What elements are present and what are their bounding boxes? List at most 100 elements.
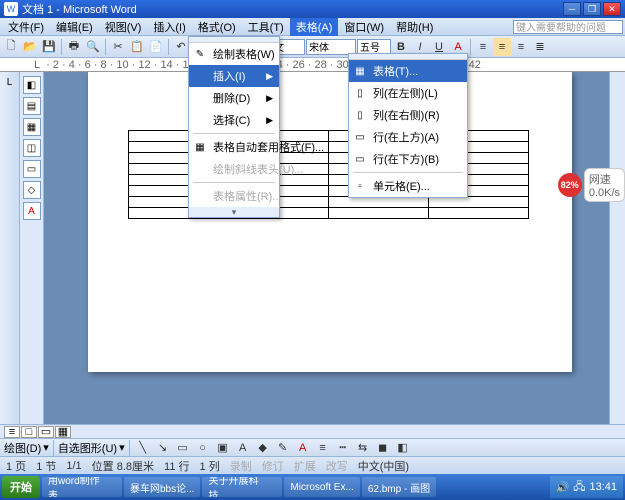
document-area[interactable] (44, 72, 625, 446)
status-ext[interactable]: 扩展 (294, 458, 316, 474)
workspace: L ◧ ▤ ▦ ◫ ▭ ◇ A (0, 72, 625, 446)
view-print-icon[interactable]: ▭ (38, 426, 54, 438)
maximize-button[interactable]: ❐ (583, 2, 601, 16)
align-justify-icon[interactable]: ≣ (531, 38, 549, 56)
view-web-icon[interactable]: □ (21, 426, 37, 438)
menu-format[interactable]: 格式(O) (192, 18, 242, 36)
view-outline-icon[interactable]: ▦ (55, 426, 71, 438)
close-button[interactable]: ✕ (603, 2, 621, 16)
window-title: 文档 1 - Microsoft Word (22, 1, 563, 17)
menu-insert-table[interactable]: ▦表格(T)... (349, 60, 467, 82)
menu-window[interactable]: 窗口(W) (338, 18, 390, 36)
vertical-scrollbar[interactable] (609, 72, 625, 446)
vertical-ruler[interactable]: L (0, 72, 20, 446)
new-doc-icon[interactable]: 🗋 (2, 38, 20, 56)
print-icon[interactable]: 🖶 (65, 38, 83, 56)
task-item[interactable]: Microsoft Ex... (284, 477, 359, 497)
menu-select-submenu[interactable]: 选择(C)▶ (189, 109, 279, 131)
menu-draw-table[interactable]: ✎绘制表格(W) (189, 43, 279, 65)
menu-delete-submenu[interactable]: 删除(D)▶ (189, 87, 279, 109)
network-badge[interactable]: 82% 网速0.0K/s (558, 168, 625, 202)
menu-insert-col-left[interactable]: ▯列(在左侧)(L) (349, 82, 467, 104)
menu-insert-row-below[interactable]: ▭行(在下方)(B) (349, 148, 467, 170)
tool-icon[interactable]: ◧ (23, 76, 41, 94)
align-right-icon[interactable]: ≡ (512, 38, 530, 56)
dash-icon[interactable]: ┅ (334, 439, 352, 457)
menu-insert-submenu[interactable]: 插入(I)▶ (189, 65, 279, 87)
clock[interactable]: 13:41 (589, 481, 617, 493)
arrow-icon[interactable]: ↘ (154, 439, 172, 457)
tool-icon[interactable]: ◇ (23, 181, 41, 199)
tool-icon[interactable]: ▦ (23, 118, 41, 136)
copy-icon[interactable]: 📋 (128, 38, 146, 56)
oval-icon[interactable]: ○ (194, 439, 212, 457)
tool-icon[interactable]: ▭ (23, 160, 41, 178)
badge-info: 网速0.0K/s (584, 168, 625, 202)
open-icon[interactable]: 📂 (21, 38, 39, 56)
line-style-icon[interactable]: ≡ (314, 439, 332, 457)
view-mode-bar: ≡ □ ▭ ▦ (0, 424, 625, 438)
line-color-icon[interactable]: ✎ (274, 439, 292, 457)
view-normal-icon[interactable]: ≡ (4, 426, 20, 438)
preview-icon[interactable]: 🔍 (84, 38, 102, 56)
status-rec[interactable]: 录制 (230, 458, 252, 474)
textbox-icon[interactable]: ▣ (214, 439, 232, 457)
horizontal-ruler[interactable]: L · 2 · 4 · 6 · 8 · 10 · 12 · 14 · 16 · … (0, 58, 625, 72)
menu-edit[interactable]: 编辑(E) (50, 18, 99, 36)
taskbar: 开始 用word制作表... 暴车网bbs论... 关于开展科技... Micr… (0, 474, 625, 500)
fill-icon[interactable]: ◆ (254, 439, 272, 457)
tray-icon[interactable]: 🔊 (556, 481, 570, 494)
minimize-button[interactable]: ─ (563, 2, 581, 16)
font-color-icon[interactable]: A (294, 439, 312, 457)
menu-view[interactable]: 视图(V) (99, 18, 148, 36)
start-button[interactable]: 开始 (2, 476, 40, 498)
draw-label[interactable]: 绘图(D) (4, 440, 41, 456)
app-icon: W (4, 2, 18, 16)
status-rev[interactable]: 修订 (262, 458, 284, 474)
cut-icon[interactable]: ✂ (109, 38, 127, 56)
task-item[interactable]: 62.bmp - 画图 (362, 477, 436, 497)
status-lang[interactable]: 中文(中国) (358, 458, 409, 474)
menu-table[interactable]: 表格(A) (290, 18, 339, 36)
align-left-icon[interactable]: ≡ (474, 38, 492, 56)
menu-table-props: 表格属性(R)... (189, 185, 279, 207)
task-item[interactable]: 关于开展科技... (202, 477, 282, 497)
align-center-icon[interactable]: ≡ (493, 38, 511, 56)
task-item[interactable]: 暴车网bbs论... (124, 477, 200, 497)
save-icon[interactable]: 💾 (40, 38, 58, 56)
autoshape-label[interactable]: 自选图形(U) (58, 440, 117, 456)
drawing-toolbar: 绘图(D) ▾ 自选图形(U) ▾ ╲ ↘ ▭ ○ ▣ A ◆ ✎ A ≡ ┅ … (0, 438, 625, 456)
menu-insert-cells[interactable]: ▫单元格(E)... (349, 175, 467, 197)
side-toolbar: ◧ ▤ ▦ ◫ ▭ ◇ A (20, 72, 44, 446)
menu-autoformat[interactable]: ▦表格自动套用格式(F)... (189, 136, 279, 158)
status-section: 1 节 (36, 458, 56, 474)
help-search-input[interactable]: 键入需要帮助的问题 (513, 20, 623, 34)
status-ovr[interactable]: 改写 (326, 458, 348, 474)
tool-icon[interactable]: ▤ (23, 97, 41, 115)
menu-file[interactable]: 文件(F) (2, 18, 50, 36)
status-line: 11 行 (164, 458, 189, 474)
system-tray[interactable]: 🔊 🖧 13:41 (550, 476, 624, 498)
menu-insert-col-right[interactable]: ▯列(在右侧)(R) (349, 104, 467, 126)
table-menu-dropdown: ✎绘制表格(W) 插入(I)▶ 删除(D)▶ 选择(C)▶ ▦表格自动套用格式(… (188, 36, 280, 218)
shadow-icon[interactable]: ◼ (374, 439, 392, 457)
menu-help[interactable]: 帮助(H) (390, 18, 439, 36)
menu-draw-diagonal: 绘制斜线表头(U)... (189, 158, 279, 180)
tray-icon[interactable]: 🖧 (573, 478, 585, 497)
rect-icon[interactable]: ▭ (174, 439, 192, 457)
arrow-style-icon[interactable]: ⇆ (354, 439, 372, 457)
paste-icon[interactable]: 📄 (147, 38, 165, 56)
menu-bar: 文件(F) 编辑(E) 视图(V) 插入(I) 格式(O) 工具(T) 表格(A… (0, 18, 625, 36)
wordart-icon[interactable]: A (234, 439, 252, 457)
tool-icon[interactable]: ◫ (23, 139, 41, 157)
status-pages: 1/1 (66, 460, 81, 472)
menu-insert-row-above[interactable]: ▭行(在上方)(A) (349, 126, 467, 148)
3d-icon[interactable]: ◧ (394, 439, 412, 457)
menu-expand-icon[interactable]: ▾ (189, 207, 279, 217)
task-item[interactable]: 用word制作表... (42, 477, 122, 497)
menu-insert[interactable]: 插入(I) (147, 18, 191, 36)
menu-tools[interactable]: 工具(T) (242, 18, 290, 36)
tool-icon[interactable]: A (23, 202, 41, 220)
title-bar: W 文档 1 - Microsoft Word ─ ❐ ✕ (0, 0, 625, 18)
line-icon[interactable]: ╲ (134, 439, 152, 457)
